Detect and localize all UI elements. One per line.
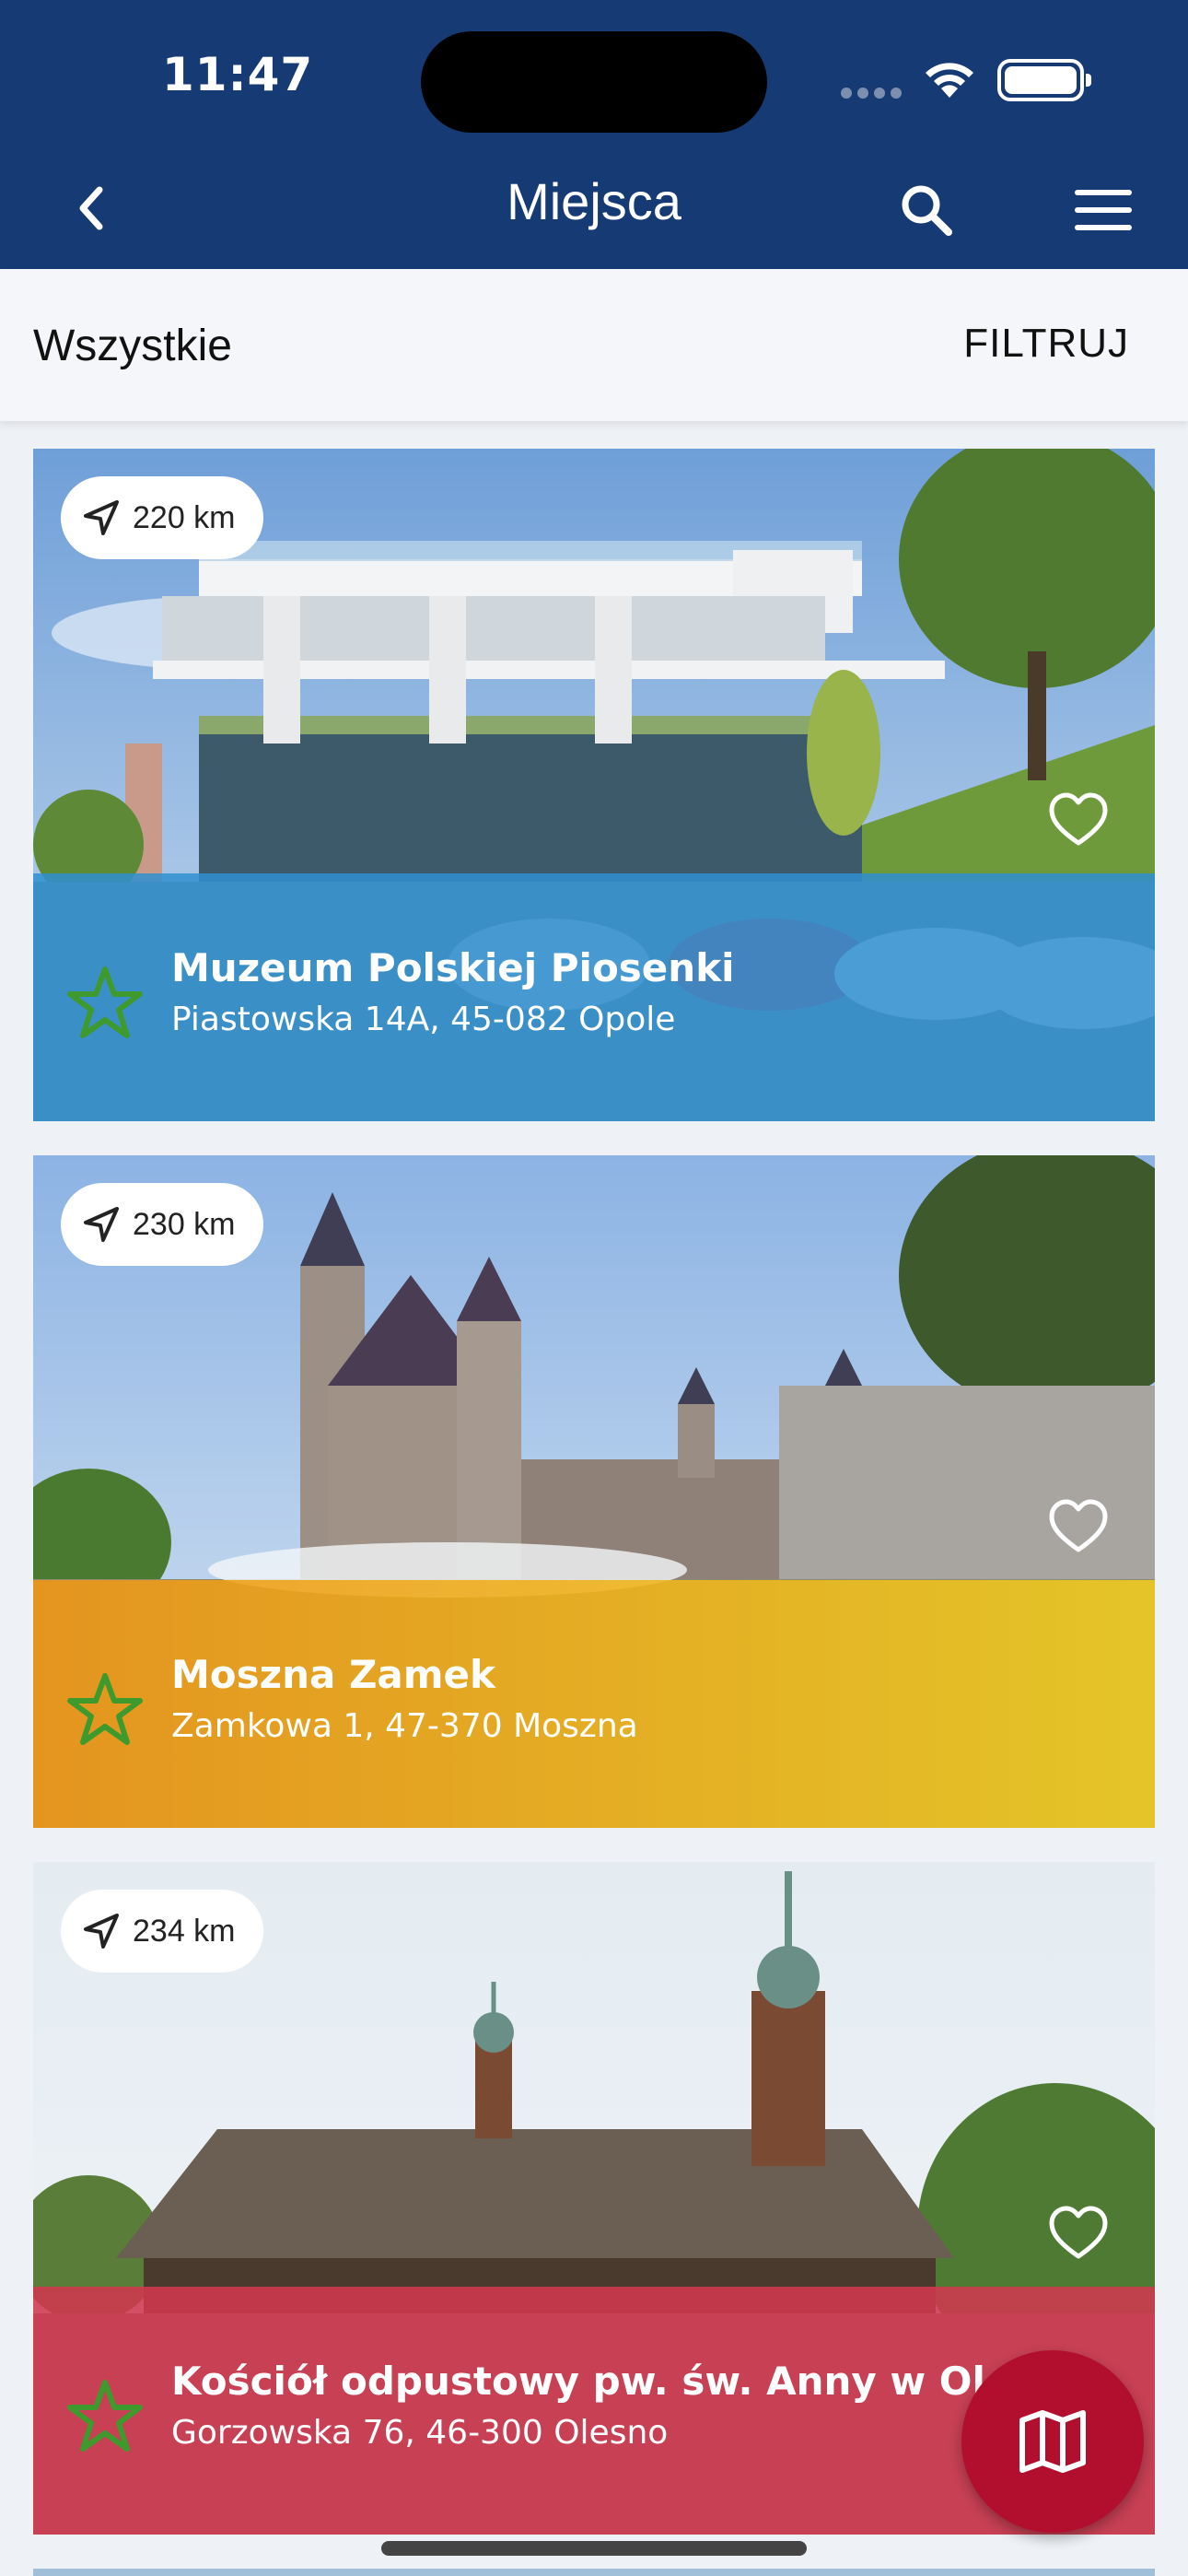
- home-indicator: [381, 2541, 807, 2556]
- favorite-heart-icon[interactable]: [1048, 1498, 1109, 1555]
- star-icon[interactable]: [66, 2379, 144, 2453]
- star-icon[interactable]: [66, 966, 144, 1039]
- filter-button[interactable]: FILTRUJ: [963, 321, 1129, 367]
- place-card-partial[interactable]: [33, 2569, 1155, 2576]
- distance-text: 220 km: [133, 499, 236, 535]
- distance-badge: 234 km: [61, 1890, 263, 1973]
- status-time: 11:47: [162, 48, 314, 101]
- favorite-heart-icon[interactable]: [1048, 791, 1109, 849]
- app-header: 11:47 Miejsca: [0, 0, 1188, 269]
- star-icon[interactable]: [66, 1672, 144, 1746]
- map-view-button[interactable]: [961, 2350, 1144, 2533]
- filter-bar: Wszystkie FILTRUJ: [0, 269, 1188, 421]
- cellular-signal-icon: [841, 87, 907, 103]
- place-info-band: Moszna Zamek Zamkowa 1, 47-370 Moszna: [33, 1580, 1155, 1828]
- place-info-band: Muzeum Polskiej Piosenki Piastowska 14A,…: [33, 873, 1155, 1121]
- distance-badge: 220 km: [61, 476, 263, 559]
- page-title: Miejsca: [507, 172, 681, 230]
- place-name: Kościół odpustowy pw. św. Anny w Oleśnie: [171, 2359, 1102, 2404]
- place-address: Gorzowska 76, 46-300 Olesno: [171, 2414, 669, 2452]
- place-card[interactable]: 220 km Muzeum Polskiej Piosenki Piastows…: [33, 449, 1155, 1121]
- place-address: Zamkowa 1, 47-370 Moszna: [171, 1707, 638, 1745]
- search-icon[interactable]: [899, 182, 954, 238]
- wifi-icon: [926, 63, 973, 98]
- distance-text: 234 km: [133, 1913, 236, 1949]
- place-name: Muzeum Polskiej Piosenki: [171, 945, 735, 990]
- navigation-arrow-icon: [84, 1914, 119, 1949]
- distance-text: 230 km: [133, 1206, 236, 1242]
- battery-icon: [997, 59, 1091, 101]
- place-address: Piastowska 14A, 45-082 Opole: [171, 1001, 676, 1038]
- map-icon: [1019, 2410, 1086, 2473]
- place-card[interactable]: 230 km Moszna Zamek Zamkowa 1, 47-370 Mo…: [33, 1155, 1155, 1828]
- favorite-heart-icon[interactable]: [1048, 2205, 1109, 2262]
- navigation-arrow-icon: [84, 1207, 119, 1242]
- hamburger-menu-icon[interactable]: [1073, 188, 1134, 232]
- navigation-arrow-icon: [84, 500, 119, 535]
- distance-badge: 230 km: [61, 1183, 263, 1266]
- place-name: Moszna Zamek: [171, 1652, 495, 1697]
- category-label[interactable]: Wszystkie: [33, 321, 232, 371]
- dynamic-island: [421, 31, 767, 133]
